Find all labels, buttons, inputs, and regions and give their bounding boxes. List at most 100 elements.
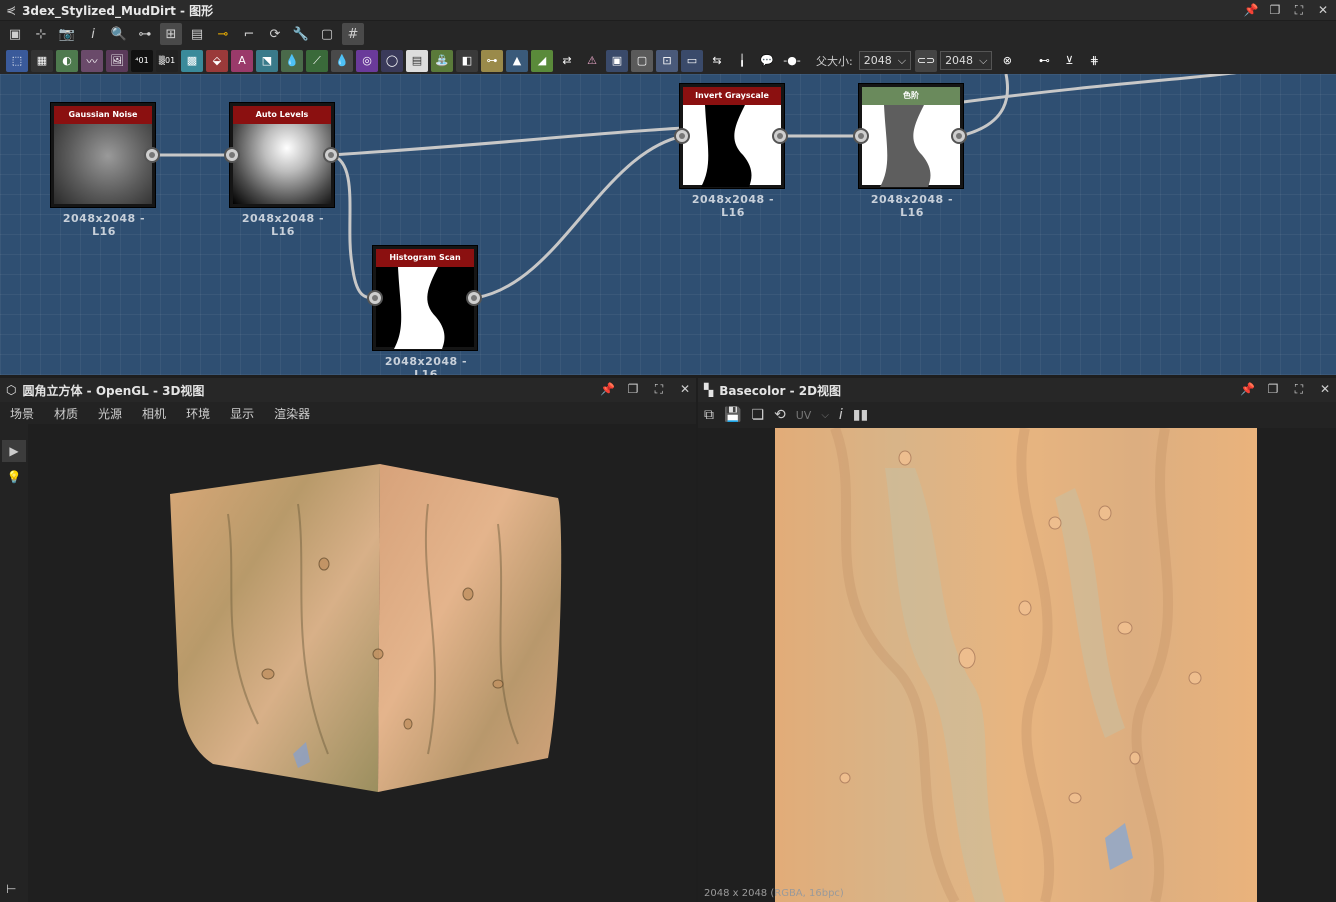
menu-renderer[interactable]: 渲染器 — [274, 405, 310, 422]
output-port[interactable] — [144, 147, 160, 163]
connector-icon[interactable]: ⌐ — [238, 23, 260, 45]
camera-icon[interactable]: 📷 — [56, 23, 78, 45]
text-icon[interactable]: A — [231, 49, 253, 72]
input-port[interactable] — [853, 128, 869, 144]
maximize-icon[interactable]: ⛶ — [1292, 3, 1306, 17]
width-select[interactable]: 2048 ⌵ — [858, 51, 912, 70]
close-icon[interactable]: ✕ — [678, 382, 692, 397]
gradient-circle-icon[interactable]: ◯ — [381, 49, 403, 72]
comment-frame-icon[interactable]: ▢ — [631, 49, 653, 72]
menu-material[interactable]: 材质 — [54, 405, 78, 422]
output-port[interactable] — [772, 128, 788, 144]
frame-selected-icon[interactable]: ⊹ — [30, 23, 52, 45]
menu-scene[interactable]: 场景 — [10, 405, 34, 422]
save-icon[interactable]: 💾 — [724, 407, 741, 423]
input-port[interactable] — [367, 290, 383, 306]
select-icon[interactable]: ⬚ — [6, 49, 28, 72]
image-icon[interactable]: 🖼 — [106, 49, 128, 72]
swap-icon[interactable]: ⇆ — [706, 49, 728, 72]
graph-canvas[interactable]: Gaussian Noise 2048x2048 - L16 Auto Leve… — [0, 74, 1336, 375]
document-icon[interactable]: ▤ — [406, 49, 428, 72]
reset-size-icon[interactable]: ⊗ — [996, 49, 1019, 72]
output-port[interactable] — [323, 147, 339, 163]
align-vertical-icon[interactable]: ⊻ — [1058, 49, 1081, 72]
duplicate-icon[interactable]: ❏ — [751, 407, 764, 423]
grid-snap-icon[interactable]: # — [342, 23, 364, 45]
curve-icon[interactable]: 〰 — [81, 49, 103, 72]
cube-viewport[interactable] — [28, 424, 696, 902]
float-icon[interactable]: ❐ — [1268, 3, 1282, 17]
wrench-icon[interactable]: 🔧 — [290, 23, 312, 45]
pin-icon[interactable]: 📌 — [1240, 382, 1255, 397]
maximize-icon[interactable]: ⛶ — [652, 382, 666, 397]
export-icon[interactable]: ▢ — [316, 23, 338, 45]
gradient-map-icon[interactable]: ◢ — [531, 49, 553, 72]
info-icon[interactable]: i — [839, 407, 843, 423]
warning-icon[interactable]: ⚠ — [581, 49, 603, 72]
comment-icon[interactable]: 💬 — [756, 49, 778, 72]
light-tool-icon[interactable]: 💡 — [2, 466, 26, 488]
copy-icon[interactable]: ⧉ — [704, 407, 714, 423]
distribute-icon[interactable]: ⋕ — [1083, 49, 1106, 72]
height-select[interactable]: 2048 ⌵ — [940, 51, 993, 70]
blend-icon[interactable]: ◐ — [56, 49, 78, 72]
input-port[interactable] — [674, 128, 690, 144]
shuffle-icon[interactable]: ⇄ — [556, 49, 578, 72]
drop-icon[interactable]: 💧 — [281, 49, 303, 72]
transform-icon[interactable]: ⬔ — [256, 49, 278, 72]
pattern-icon[interactable]: ▩ — [181, 49, 203, 72]
output-port[interactable] — [951, 128, 967, 144]
camera-tool-icon[interactable]: ▶ — [2, 440, 26, 462]
input-port[interactable] — [224, 147, 240, 163]
watering-can-icon[interactable]: ⛲ — [431, 49, 453, 72]
align-horizontal-icon[interactable]: ⊷ — [1033, 49, 1056, 72]
pin-frame-icon[interactable]: ▭ — [681, 49, 703, 72]
refresh-icon[interactable]: ⟳ — [264, 23, 286, 45]
refresh-view-icon[interactable]: ⟲ — [774, 407, 786, 423]
node-invert-grayscale[interactable]: Invert Grayscale 2048x2048 - L16 — [679, 83, 785, 219]
maximize-icon[interactable]: ⛶ — [1292, 382, 1306, 397]
levels-icon[interactable]: ⟋ — [306, 49, 328, 72]
node-auto-levels[interactable]: Auto Levels 2048x2048 - L16 — [229, 102, 335, 238]
water-icon[interactable]: 💧 — [331, 49, 353, 72]
hierarchy-icon[interactable]: ⊢ — [6, 882, 16, 896]
dot-connector-icon[interactable]: -●- — [781, 49, 803, 72]
atomic-nodes-icon[interactable]: ▦ — [31, 49, 53, 72]
pin-icon[interactable]: 📌 — [600, 382, 615, 397]
float-icon[interactable]: ❐ — [1266, 382, 1280, 397]
close-icon[interactable]: ✕ — [1318, 382, 1332, 397]
pin-node-icon[interactable]: ╽ — [731, 49, 753, 72]
color-wheel-icon[interactable]: ◎ — [356, 49, 378, 72]
float-icon[interactable]: ❐ — [626, 382, 640, 397]
uv-toggle[interactable]: UV — [796, 409, 812, 422]
input-slider-icon[interactable]: ⊶ — [481, 49, 503, 72]
search-icon[interactable]: 🔍 — [108, 23, 130, 45]
node-header: Gaussian Noise — [54, 106, 152, 124]
graph-frame-icon[interactable]: ⊡ — [656, 49, 678, 72]
menu-environment[interactable]: 环境 — [186, 405, 210, 422]
panel-icon[interactable]: ▤ — [186, 23, 208, 45]
histogram-icon[interactable]: ▲ — [506, 49, 528, 72]
binary-icon[interactable]: ⁴01 — [131, 49, 153, 72]
menu-camera[interactable]: 相机 — [142, 405, 166, 422]
node-levels[interactable]: 色阶 2048x2048 - L16 — [858, 83, 964, 219]
menu-display[interactable]: 显示 — [230, 405, 254, 422]
histogram-icon[interactable]: ▮▮ — [853, 407, 868, 423]
pin-icon[interactable]: 📌 — [1244, 3, 1259, 17]
frame-all-icon[interactable]: ▣ — [4, 23, 26, 45]
close-icon[interactable]: ✕ — [1316, 3, 1330, 17]
texture-preview[interactable] — [775, 428, 1257, 902]
output-port[interactable] — [466, 290, 482, 306]
node-align-icon[interactable]: ⊶ — [134, 23, 156, 45]
fill-icon[interactable]: ⬙ — [206, 49, 228, 72]
link-icon[interactable]: ⊸ — [212, 23, 234, 45]
output-icon[interactable]: ◧ — [456, 49, 478, 72]
link-size-icon[interactable]: ⊂⊃ — [915, 49, 938, 72]
noise-binary-icon[interactable]: ▒01 — [156, 49, 178, 72]
graph-layout-icon[interactable]: ⊞ — [160, 23, 182, 45]
menu-lights[interactable]: 光源 — [98, 405, 122, 422]
info-icon[interactable]: i — [82, 23, 104, 45]
node-histogram-scan[interactable]: Histogram Scan 2048x2048 - L16 — [372, 245, 478, 375]
node-gaussian-noise[interactable]: Gaussian Noise 2048x2048 - L16 — [50, 102, 156, 238]
node-frame-icon[interactable]: ▣ — [606, 49, 628, 72]
